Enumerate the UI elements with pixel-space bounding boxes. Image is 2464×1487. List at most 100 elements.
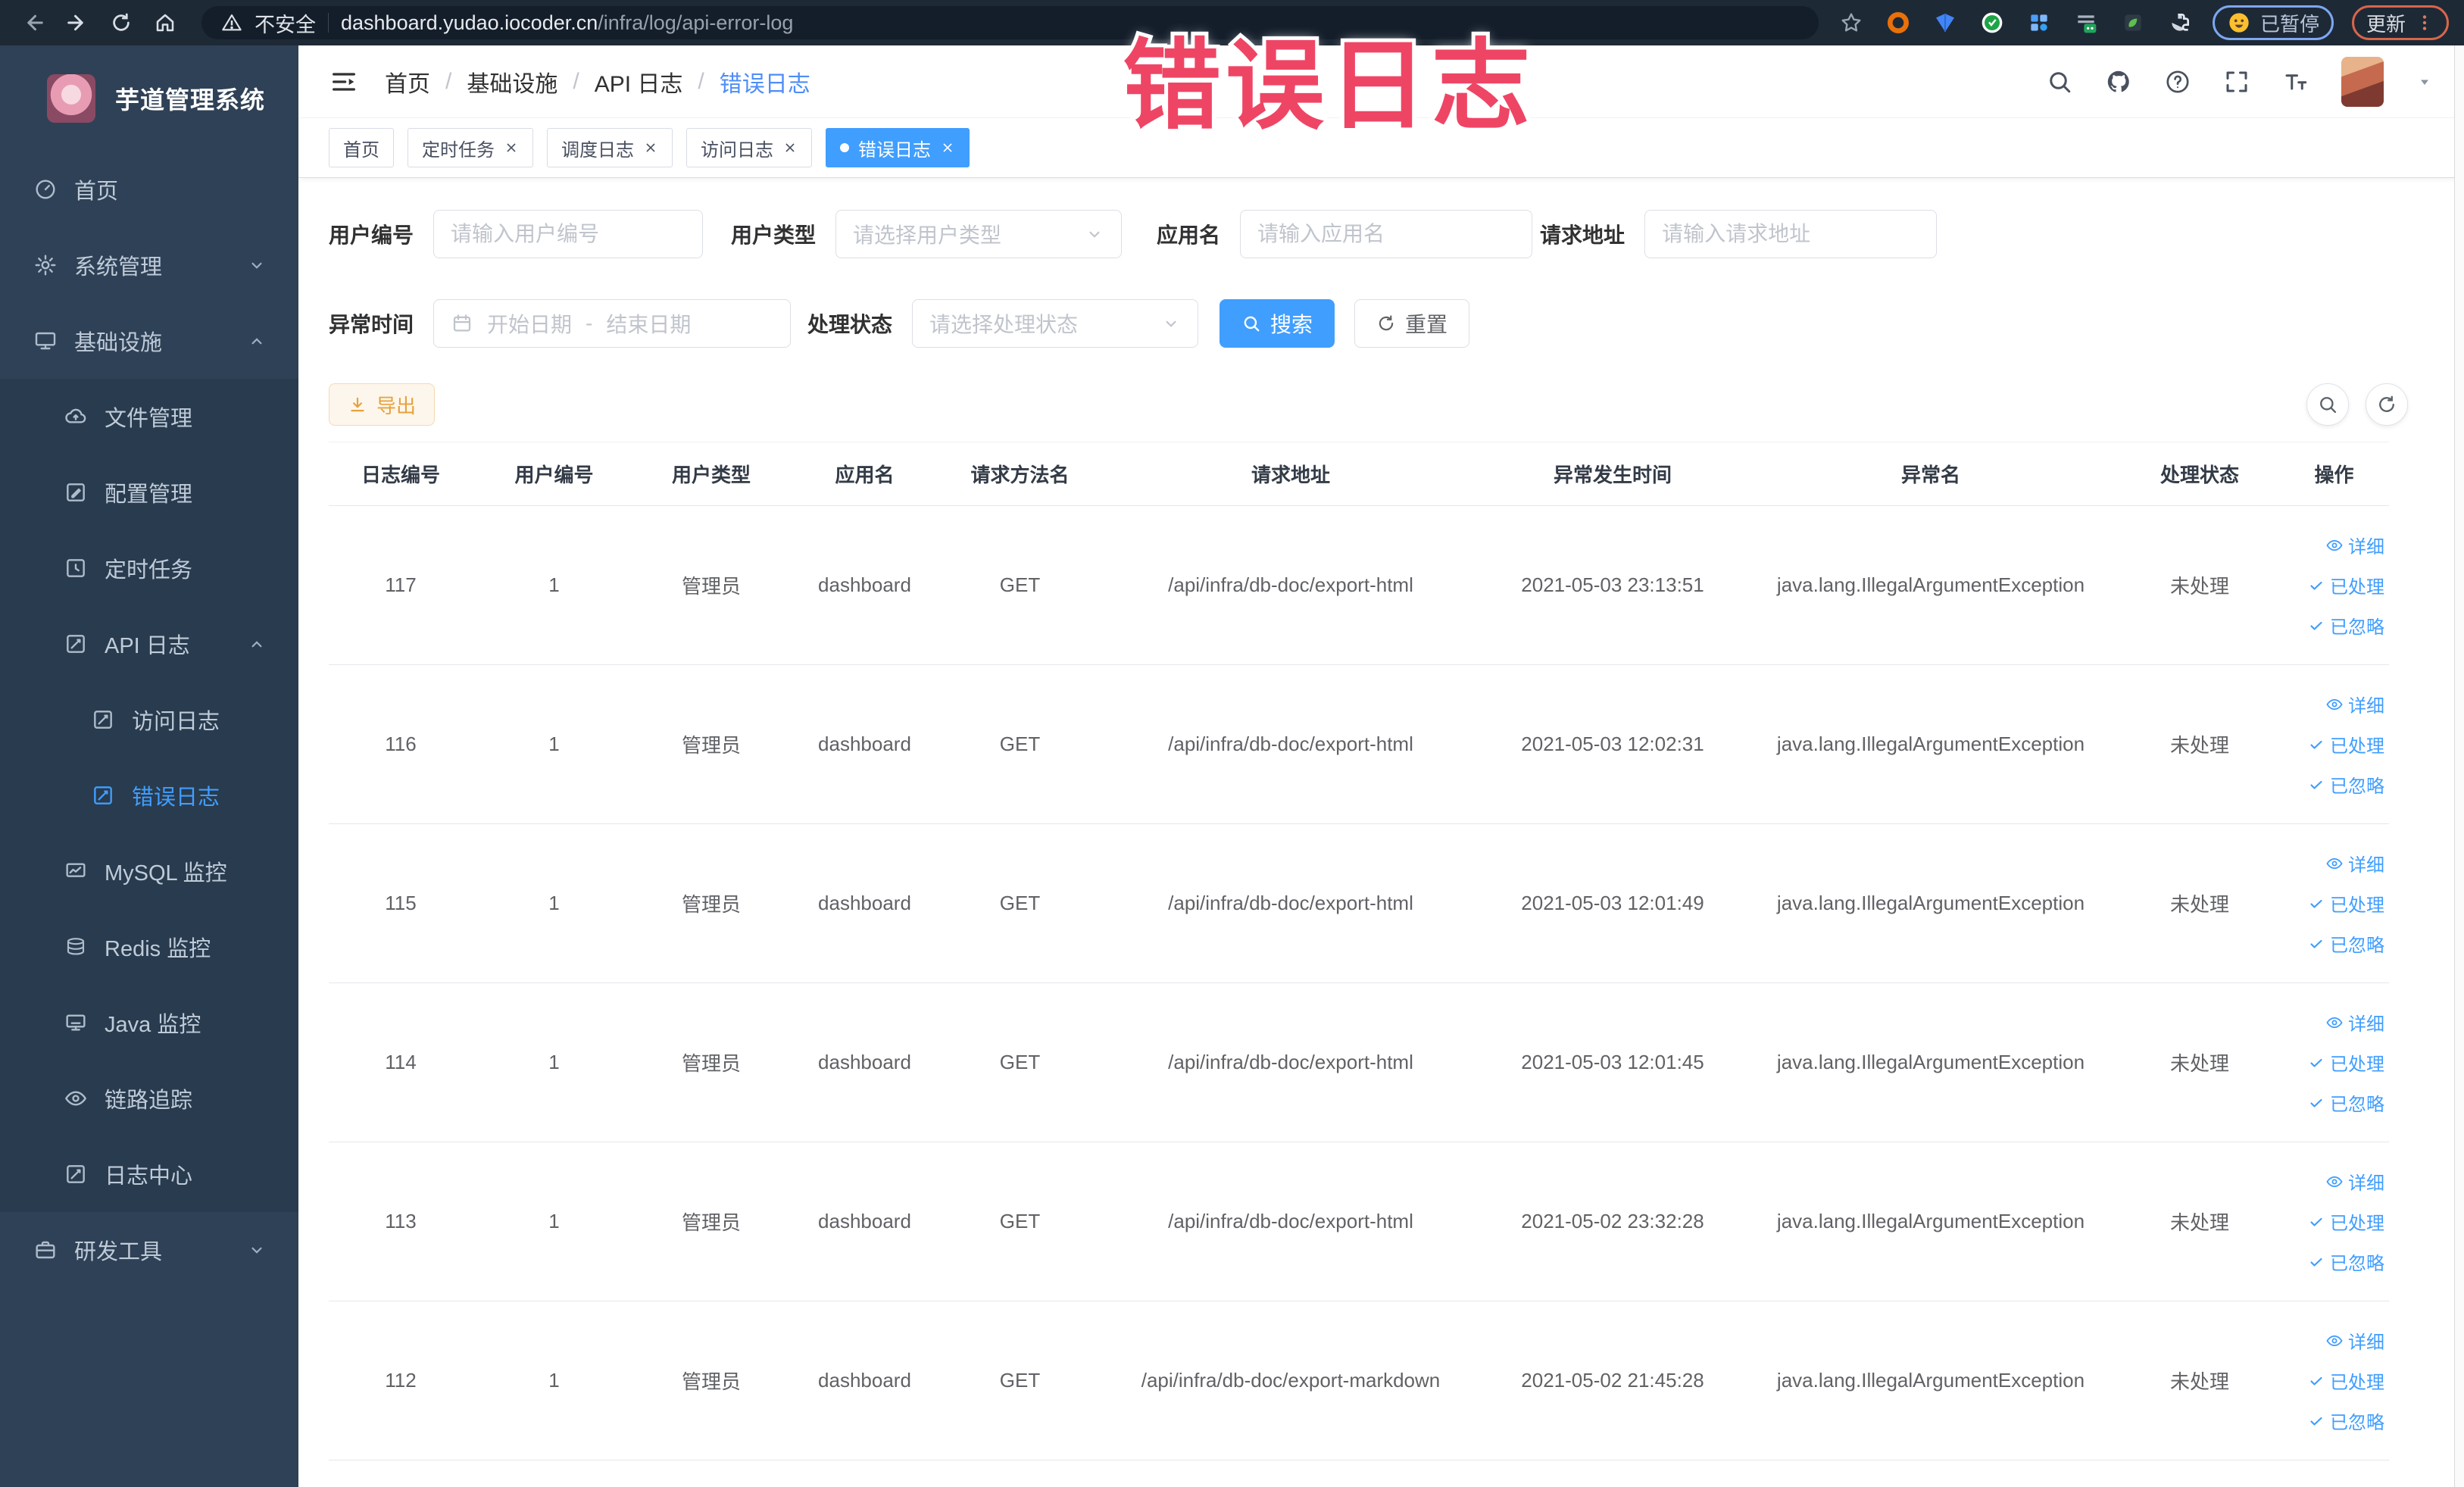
request-url-input-wrap — [1644, 210, 1938, 258]
action-ignored-link[interactable]: 已忽略 — [2307, 930, 2384, 957]
extension-icon[interactable] — [2119, 8, 2147, 37]
action-detail-link[interactable]: 详细 — [2325, 532, 2384, 558]
sidebar-item-home[interactable]: 首页 — [0, 152, 298, 227]
action-processed-link[interactable]: 已处理 — [2307, 731, 2384, 758]
chevron-down-icon[interactable] — [2416, 73, 2434, 91]
sidebar-item-tracer[interactable]: 链路追踪 — [0, 1061, 298, 1136]
avatar[interactable] — [2341, 56, 2384, 107]
sidebar-item-error-log[interactable]: 错误日志 — [0, 758, 298, 833]
cell-id: 114 — [329, 982, 473, 1142]
cell-exception: java.lang.IllegalArgumentException — [1741, 982, 2120, 1142]
paused-badge-label: 已暂停 — [2259, 12, 2319, 36]
page-scrollbar[interactable] — [2454, 45, 2464, 1487]
cell-status: 未处理 — [2120, 982, 2279, 1142]
action-processed-link[interactable]: 已处理 — [2307, 1049, 2384, 1076]
export-button[interactable]: 导出 — [329, 383, 436, 426]
user-type-select[interactable]: 请选择用户类型 — [835, 210, 1123, 258]
extension-icon[interactable] — [1931, 8, 1960, 37]
app-logo-row[interactable]: 芋道管理系统 — [0, 45, 298, 152]
eye-small-icon — [2325, 695, 2344, 714]
search-button[interactable]: 搜索 — [1220, 299, 1335, 348]
sidebar-item-label: 研发工具 — [74, 1240, 163, 1264]
cell-time: 2021-05-03 12:02:31 — [1484, 664, 1741, 824]
tab-job[interactable]: 定时任务 — [408, 128, 533, 167]
cell-app-name: dashboard — [787, 505, 942, 665]
cell-user-id: 1 — [473, 1142, 636, 1301]
browser-home-button[interactable] — [147, 5, 183, 41]
sidebar-item-infra[interactable]: 基础设施 — [0, 303, 298, 379]
close-icon[interactable] — [504, 140, 519, 155]
action-detail-link[interactable]: 详细 — [2325, 1168, 2384, 1195]
action-processed-link[interactable]: 已处理 — [2307, 1208, 2384, 1235]
column-header: 异常名 — [1741, 442, 2120, 506]
process-status-select[interactable]: 请选择处理状态 — [912, 299, 1199, 348]
font-size-icon[interactable] — [2282, 68, 2309, 95]
action-label: 已处理 — [2330, 895, 2384, 916]
extension-icon[interactable] — [2166, 8, 2194, 37]
sidebar-item-log-center[interactable]: 日志中心 — [0, 1136, 298, 1212]
extension-icon[interactable] — [2025, 8, 2053, 37]
sidebar-item-api-log[interactable]: API 日志 — [0, 606, 298, 682]
exception-time-range-picker[interactable]: 开始日期 - 结束日期 — [433, 299, 792, 348]
browser-reload-button[interactable] — [103, 5, 139, 41]
help-icon[interactable] — [2164, 68, 2191, 95]
sidebar-item-job[interactable]: 定时任务 — [0, 530, 298, 606]
user-id-input[interactable] — [451, 222, 686, 246]
sidebar-item-java[interactable]: Java 监控 — [0, 985, 298, 1061]
tab-job-log[interactable]: 调度日志 — [547, 128, 673, 167]
close-icon[interactable] — [643, 140, 658, 155]
browser-update-menu[interactable]: 更新 — [2351, 5, 2449, 40]
sidebar-item-file[interactable]: 文件管理 — [0, 379, 298, 455]
sidebar-item-dev-tools[interactable]: 研发工具 — [0, 1212, 298, 1288]
eye-small-icon — [2325, 1332, 2344, 1350]
action-ignored-link[interactable]: 已忽略 — [2307, 1248, 2384, 1275]
action-detail-link[interactable]: 详细 — [2325, 1327, 2384, 1354]
refresh-button[interactable] — [2366, 383, 2408, 426]
profile-paused-badge[interactable]: 已暂停 — [2212, 5, 2334, 40]
action-ignored-link[interactable]: 已忽略 — [2307, 612, 2384, 639]
tab-access-log[interactable]: 访问日志 — [686, 128, 812, 167]
action-ignored-link[interactable]: 已忽略 — [2307, 771, 2384, 798]
action-processed-link[interactable]: 已处理 — [2307, 572, 2384, 598]
sidebar-item-system[interactable]: 系统管理 — [0, 227, 298, 303]
cell-exception: java.lang.IllegalArgumentException — [1741, 664, 2120, 824]
app-name-input[interactable] — [1257, 222, 1516, 246]
close-icon[interactable] — [940, 140, 955, 155]
toggle-search-button[interactable] — [2306, 383, 2349, 426]
action-processed-link[interactable]: 已处理 — [2307, 890, 2384, 917]
tab-error-log[interactable]: 错误日志 — [826, 128, 970, 167]
action-detail-link[interactable]: 详细 — [2325, 850, 2384, 876]
sidebar-item-config[interactable]: 配置管理 — [0, 455, 298, 530]
extension-icon[interactable] — [1978, 8, 2006, 37]
breadcrumb-item[interactable]: API 日志 — [595, 65, 683, 98]
browser-back-button[interactable] — [15, 5, 52, 41]
action-ignored-link[interactable]: 已忽略 — [2307, 1089, 2384, 1116]
cell-user-type: 管理员 — [636, 505, 787, 665]
action-processed-link[interactable]: 已处理 — [2307, 1367, 2384, 1394]
fullscreen-icon[interactable] — [2223, 68, 2250, 95]
sidebar-item-access-log[interactable]: 访问日志 — [0, 682, 298, 758]
extension-icon[interactable] — [1884, 8, 1913, 37]
cell-time: 2021-05-03 12:01:45 — [1484, 982, 1741, 1142]
close-icon[interactable] — [782, 140, 798, 155]
action-detail-link[interactable]: 详细 — [2325, 691, 2384, 717]
breadcrumb-item[interactable]: 基础设施 — [467, 65, 557, 98]
action-ignored-link[interactable]: 已忽略 — [2307, 1407, 2384, 1434]
header-actions — [2046, 56, 2434, 107]
address-bar[interactable]: 不安全 dashboard.yudao.iocoder.cn/infra/log… — [201, 6, 1819, 39]
sidebar-item-redis[interactable]: Redis 监控 — [0, 909, 298, 985]
bookmark-star-icon[interactable] — [1837, 8, 1866, 37]
tab-home[interactable]: 首页 — [329, 128, 394, 167]
action-detail-link[interactable]: 详细 — [2325, 1009, 2384, 1036]
breadcrumb-item[interactable]: 首页 — [385, 65, 430, 98]
check-icon — [2307, 895, 2325, 913]
sidebar-item-mysql[interactable]: MySQL 监控 — [0, 833, 298, 909]
browser-forward-button[interactable] — [59, 5, 95, 41]
sidebar-collapse-icon[interactable] — [329, 67, 359, 97]
extension-icon[interactable] — [2072, 8, 2100, 37]
page-content: 用户编号 用户类型 请选择用户类型 应用名 请求地址 — [298, 178, 2464, 1487]
reset-button[interactable]: 重置 — [1354, 299, 1470, 348]
request-url-input[interactable] — [1662, 222, 1920, 246]
search-icon[interactable] — [2046, 68, 2073, 95]
github-icon[interactable] — [2105, 68, 2132, 95]
